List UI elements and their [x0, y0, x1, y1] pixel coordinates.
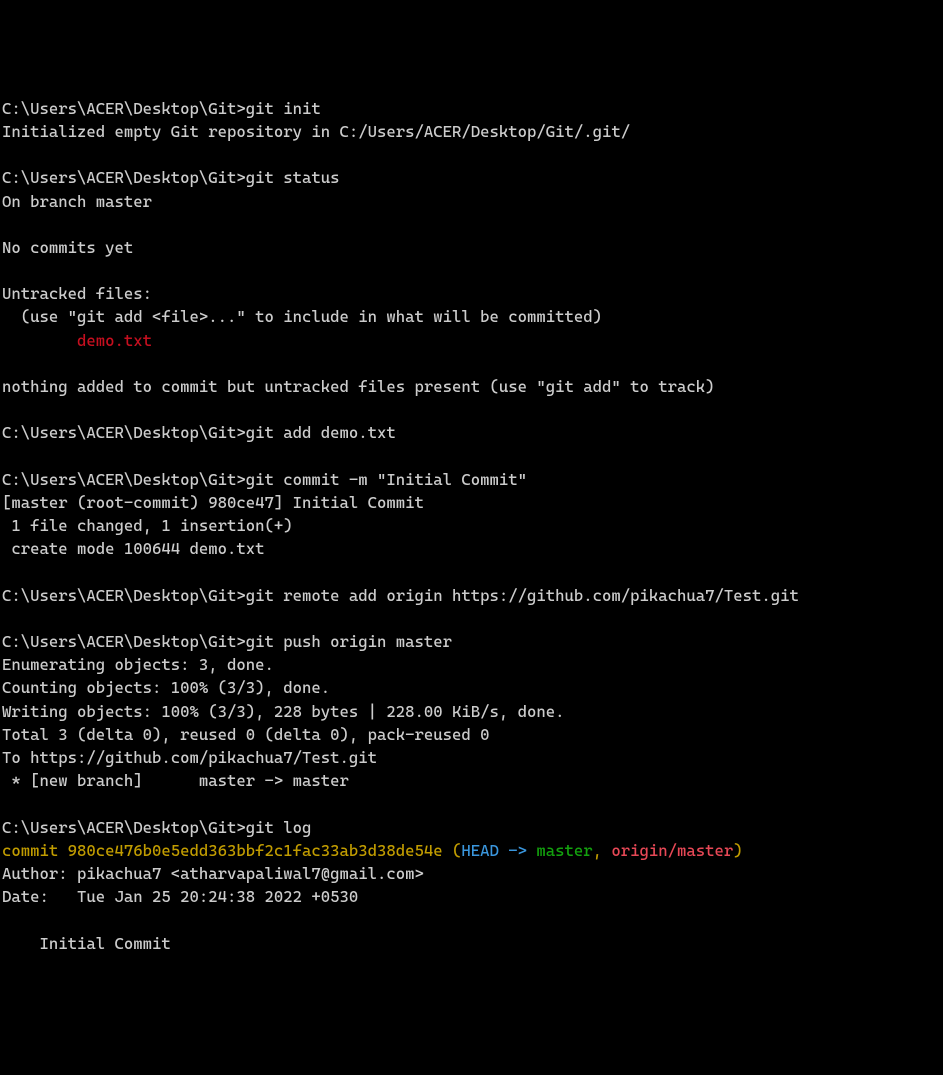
- prompt: C:\Users\ACER\Desktop\Git>: [2, 818, 246, 837]
- command-git-push: git push origin master: [246, 632, 452, 651]
- untracked-file: demo.txt: [77, 331, 152, 350]
- prompt-line-5: C:\Users\ACER\Desktop\Git>git remote add…: [2, 586, 799, 605]
- output-push-write: Writing objects: 100% (3/3), 228 bytes |…: [2, 702, 565, 721]
- ref-master: master: [536, 841, 592, 860]
- output-untracked-header: Untracked files:: [2, 284, 152, 303]
- output-commit-result: [master (root-commit) 980ce47] Initial C…: [2, 493, 424, 512]
- command-git-remote: git remote add origin https://github.com…: [246, 586, 799, 605]
- output-push-enum: Enumerating objects: 3, done.: [2, 655, 274, 674]
- output-init: Initialized empty Git repository in C:/U…: [2, 122, 630, 141]
- prompt: C:\Users\ACER\Desktop\Git>: [2, 470, 246, 489]
- prompt-line-7: C:\Users\ACER\Desktop\Git>git log: [2, 818, 311, 837]
- output-nothing-added: nothing added to commit but untracked fi…: [2, 377, 715, 396]
- prompt-line-4: C:\Users\ACER\Desktop\Git>git commit -m …: [2, 470, 527, 489]
- commit-word: commit: [2, 841, 68, 860]
- command-git-commit: git commit -m "Initial Commit": [246, 470, 527, 489]
- command-git-add: git add demo.txt: [246, 423, 396, 442]
- ref-close: ): [733, 841, 742, 860]
- output-commit-create: create mode 100644 demo.txt: [2, 539, 265, 558]
- output-push-branch: * [new branch] master -> master: [2, 771, 349, 790]
- ref-comma: ,: [593, 841, 612, 860]
- prompt-line-3: C:\Users\ACER\Desktop\Git>git add demo.t…: [2, 423, 396, 442]
- output-log-date: Date: Tue Jan 25 20:24:38 2022 +0530: [2, 887, 358, 906]
- output-branch: On branch master: [2, 192, 152, 211]
- command-git-log: git log: [246, 818, 312, 837]
- ref-head: HEAD ->: [461, 841, 536, 860]
- prompt: C:\Users\ACER\Desktop\Git>: [2, 99, 246, 118]
- output-log-message: Initial Commit: [2, 934, 171, 953]
- ref-open: (: [443, 841, 462, 860]
- output-commit-stats: 1 file changed, 1 insertion(+): [2, 516, 293, 535]
- prompt: C:\Users\ACER\Desktop\Git>: [2, 423, 246, 442]
- output-push-total: Total 3 (delta 0), reused 0 (delta 0), p…: [2, 725, 490, 744]
- indent: [2, 331, 77, 350]
- output-log-author: Author: pikachua7 <atharvapaliwal7@gmail…: [2, 864, 424, 883]
- prompt: C:\Users\ACER\Desktop\Git>: [2, 632, 246, 651]
- output-log-commit: commit 980ce476b0e5edd363bbf2c1fac33ab3d…: [2, 841, 743, 860]
- terminal-output[interactable]: C:\Users\ACER\Desktop\Git>git init Initi…: [2, 97, 941, 955]
- commit-hash: 980ce476b0e5edd363bbf2c1fac33ab3d38de54e: [68, 841, 443, 860]
- prompt-line-1: C:\Users\ACER\Desktop\Git>git init: [2, 99, 321, 118]
- command-git-init: git init: [246, 99, 321, 118]
- output-untracked-hint: (use "git add <file>..." to include in w…: [2, 307, 602, 326]
- ref-origin: origin/master: [611, 841, 733, 860]
- output-push-to: To https://github.com/pikachua7/Test.git: [2, 748, 377, 767]
- prompt: C:\Users\ACER\Desktop\Git>: [2, 168, 246, 187]
- command-git-status: git status: [246, 168, 340, 187]
- prompt-line-2: C:\Users\ACER\Desktop\Git>git status: [2, 168, 340, 187]
- prompt: C:\Users\ACER\Desktop\Git>: [2, 586, 246, 605]
- output-push-count: Counting objects: 100% (3/3), done.: [2, 678, 330, 697]
- prompt-line-6: C:\Users\ACER\Desktop\Git>git push origi…: [2, 632, 452, 651]
- output-untracked-file-line: demo.txt: [2, 331, 152, 350]
- output-no-commits: No commits yet: [2, 238, 133, 257]
